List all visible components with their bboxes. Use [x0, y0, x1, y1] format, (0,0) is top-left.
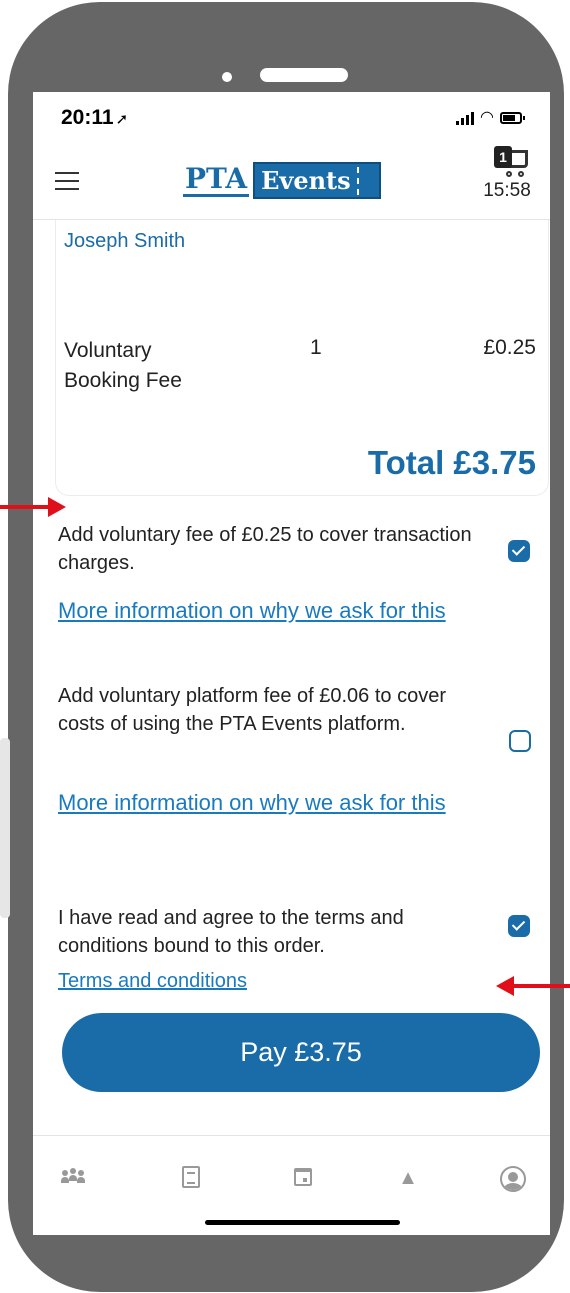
- platform-fee-info-link[interactable]: More information on why we ask for this: [58, 787, 498, 818]
- user-icon[interactable]: [498, 1164, 528, 1194]
- battery-icon: [500, 112, 525, 124]
- order-total: Total £3.75: [367, 444, 536, 481]
- speaker-bar: [260, 68, 348, 82]
- logo-pta: PTA: [183, 162, 250, 197]
- logo-events: Events: [253, 162, 381, 199]
- signal-icon: [456, 111, 475, 125]
- annotation-arrow-right: [0, 497, 66, 517]
- annotation-arrow-left: [496, 976, 570, 996]
- fee-item-price: £0.25: [483, 336, 536, 359]
- cart-button[interactable]: 1 15:58: [482, 146, 532, 202]
- home-indicator: [205, 1220, 400, 1225]
- status-time-text: 20:11: [61, 106, 114, 129]
- voluntary-fee-text: Add voluntary fee of £0.25 to cover tran…: [58, 524, 472, 574]
- phone-screen: 20:11➚ ◠ PTA Events 1 15:58 Joseph Smit: [33, 92, 550, 1235]
- cart-timer: 15:58: [483, 180, 531, 201]
- document-icon[interactable]: [178, 1164, 208, 1194]
- phone-side-button: [0, 738, 10, 918]
- pta-events-logo[interactable]: PTA Events: [183, 162, 381, 199]
- platform-fee-checkbox[interactable]: [509, 730, 531, 752]
- fee-item-name: Voluntary Booking Fee: [64, 339, 182, 392]
- wifi-icon: ◠: [480, 109, 494, 126]
- cart-count-badge: 1: [494, 146, 512, 168]
- bell-icon[interactable]: ▲: [393, 1164, 423, 1194]
- terms-agree-text: I have read and agree to the terms and c…: [58, 907, 404, 957]
- app-header: PTA Events 1 15:58: [33, 142, 550, 220]
- ticket-icon: [356, 166, 373, 195]
- location-icon: ➚: [115, 111, 129, 128]
- people-icon[interactable]: [58, 1164, 88, 1194]
- menu-icon[interactable]: [55, 172, 79, 190]
- camera-dot: [222, 72, 232, 82]
- terms-link[interactable]: Terms and conditions: [58, 966, 498, 997]
- status-time: 20:11 ➚: [61, 106, 128, 130]
- order-summary-card: Joseph Smith Voluntary Booking Fee 1 £0.…: [55, 220, 549, 496]
- logo-events-text: Events: [261, 166, 351, 195]
- platform-fee-text: Add voluntary platform fee of £0.06 to c…: [58, 685, 446, 735]
- status-icons: ◠: [456, 109, 525, 126]
- voluntary-fee-checkbox[interactable]: [508, 540, 530, 562]
- pay-button[interactable]: Pay £3.75: [62, 1013, 540, 1092]
- cart-icon: 1: [482, 146, 532, 180]
- terms-checkbox[interactable]: [508, 915, 530, 937]
- voluntary-fee-info-link[interactable]: More information on why we ask for this: [58, 595, 498, 626]
- attendee-name: Joseph Smith: [64, 230, 186, 252]
- fee-item-qty: 1: [310, 336, 322, 359]
- calendar-icon[interactable]: [290, 1164, 320, 1194]
